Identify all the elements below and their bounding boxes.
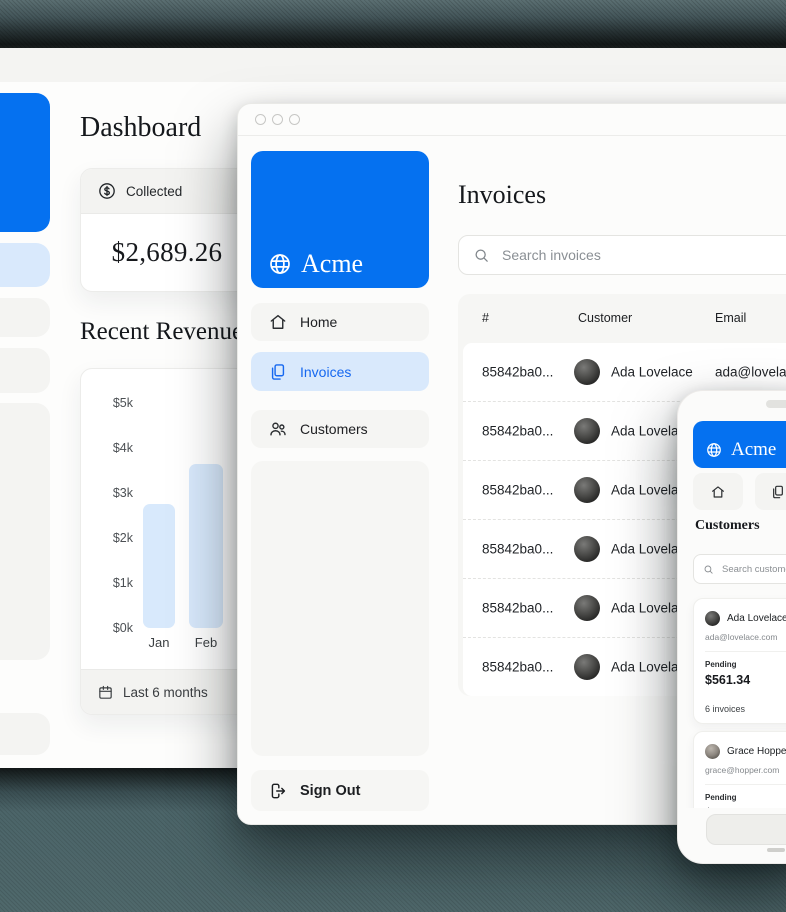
- page-title-invoices: Invoices: [458, 180, 546, 210]
- sidebar-item-label: Customers: [300, 421, 368, 437]
- invoice-id: 85842ba0...: [482, 365, 553, 380]
- column-header-customer: Customer: [578, 311, 632, 325]
- sidebar-item-label: Home: [300, 314, 337, 330]
- invoices-icon: [268, 362, 288, 382]
- invoice-count: 6 invoices: [705, 704, 786, 714]
- customer-name: Ada Lovelace: [727, 613, 786, 624]
- dashboard-sidebar-placeholder: [0, 403, 50, 660]
- customer-avatar: [705, 744, 720, 759]
- sign-out-label: Sign Out: [300, 783, 360, 799]
- invoice-id: 85842ba0...: [482, 483, 553, 498]
- sign-out-icon: [268, 781, 288, 801]
- invoices-search[interactable]: [458, 235, 786, 275]
- phone-customers-search[interactable]: [693, 554, 786, 584]
- customer-avatar: [574, 595, 600, 621]
- brand-name: Acme: [301, 249, 363, 279]
- customer-avatar: [574, 477, 600, 503]
- traffic-light-close[interactable]: [255, 114, 266, 125]
- home-indicator: [767, 848, 785, 852]
- sidebar-item-label: Invoices: [300, 364, 351, 380]
- customer-name: Grace Hopper: [727, 746, 786, 757]
- divider: [705, 651, 786, 652]
- customer-email: grace@hopper.com: [705, 765, 786, 775]
- globe-icon: [705, 441, 723, 459]
- search-icon: [473, 247, 490, 264]
- customer-avatar: [574, 654, 600, 680]
- customer-email: ada@lovelace.com: [705, 632, 786, 642]
- bar-chart-plot: [81, 403, 253, 628]
- top-dark-band: [0, 0, 786, 48]
- invoice-id: 85842ba0...: [482, 660, 553, 675]
- traffic-light-zoom[interactable]: [289, 114, 300, 125]
- sign-out-button[interactable]: Sign Out: [251, 770, 429, 811]
- chart-range-label: Last 6 months: [123, 685, 208, 700]
- phone-panel: Acme Customers: [677, 390, 786, 864]
- column-header-id: #: [482, 311, 489, 325]
- search-customers-input[interactable]: [720, 563, 786, 576]
- collected-label: Collected: [126, 184, 182, 199]
- dashboard-sidebar-active-item[interactable]: [0, 243, 50, 287]
- phone-nav-home[interactable]: [693, 473, 743, 510]
- dashboard-page-title: Dashboard: [80, 112, 201, 144]
- customer-avatar: [574, 536, 600, 562]
- invoice-id: 85842ba0...: [482, 601, 553, 616]
- sidebar-placeholder-block: [251, 461, 429, 756]
- dashboard-sidebar-item[interactable]: [0, 348, 50, 393]
- sidebar-item-invoices[interactable]: Invoices: [251, 352, 429, 391]
- bar-jan: [143, 504, 175, 628]
- search-invoices-input[interactable]: [500, 246, 744, 264]
- dashboard-sidebar-signout-placeholder[interactable]: [0, 713, 50, 755]
- home-icon: [268, 312, 288, 332]
- recent-revenue-title: Recent Revenue: [80, 318, 243, 346]
- globe-icon: [267, 251, 293, 277]
- calendar-icon: [97, 684, 114, 701]
- sidebar-item-customers[interactable]: Customers: [251, 410, 429, 448]
- status-label: Pending: [705, 793, 786, 802]
- customer-avatar: [574, 418, 600, 444]
- bar-feb: [189, 464, 223, 628]
- traffic-light-minimize[interactable]: [272, 114, 283, 125]
- dollar-circle-icon: [97, 181, 117, 201]
- phone-nav-invoices[interactable]: [755, 473, 786, 510]
- home-icon: [710, 484, 726, 500]
- collected-card: Collected $2,689.26: [80, 168, 254, 292]
- pending-amount: $561.34: [705, 673, 786, 687]
- customers-icon: [268, 419, 288, 439]
- customer-email: ada@lovelace.com: [715, 365, 786, 380]
- search-icon: [703, 564, 714, 575]
- invoices-icon: [770, 484, 786, 500]
- status-label: Pending: [705, 660, 786, 669]
- customer-name: Ada Lovelace: [611, 365, 693, 380]
- sidebar-item-home[interactable]: Home: [251, 303, 429, 341]
- dashboard-sidebar-logo: [0, 93, 50, 232]
- phone-bottom-area: [679, 808, 786, 862]
- divider: [705, 784, 786, 785]
- drag-handle: [766, 400, 786, 408]
- customer-avatar: [705, 611, 720, 626]
- phone-bottom-input[interactable]: [706, 814, 786, 845]
- x-tick: Jan: [139, 635, 179, 651]
- dashboard-sidebar-item[interactable]: [0, 298, 50, 337]
- window-titlebar[interactable]: [238, 104, 786, 136]
- brand-name: Acme: [731, 439, 776, 461]
- brand-card: Acme: [251, 151, 429, 288]
- customer-card[interactable]: Ada Lovelace ada@lovelace.com Pending $5…: [693, 598, 786, 724]
- chart-range-footer[interactable]: Last 6 months: [81, 669, 253, 714]
- phone-brand-card: Acme: [693, 421, 786, 468]
- column-header-email: Email: [715, 311, 746, 325]
- screenshot-canvas: Dashboard Collected $2,689.26 Recent Rev…: [0, 0, 786, 912]
- table-header: # Customer Email: [458, 294, 786, 343]
- collected-amount: $2,689.26: [81, 214, 253, 291]
- phone-page-title: Customers: [695, 518, 760, 534]
- invoice-id: 85842ba0...: [482, 542, 553, 557]
- x-tick: Feb: [185, 635, 227, 651]
- customer-avatar: [574, 359, 600, 385]
- invoice-id: 85842ba0...: [482, 424, 553, 439]
- revenue-chart-card: $5k $4k $3k $2k $1k $0k Jan Feb Last 6 m…: [80, 368, 254, 715]
- browser-chrome-strip: [0, 48, 786, 83]
